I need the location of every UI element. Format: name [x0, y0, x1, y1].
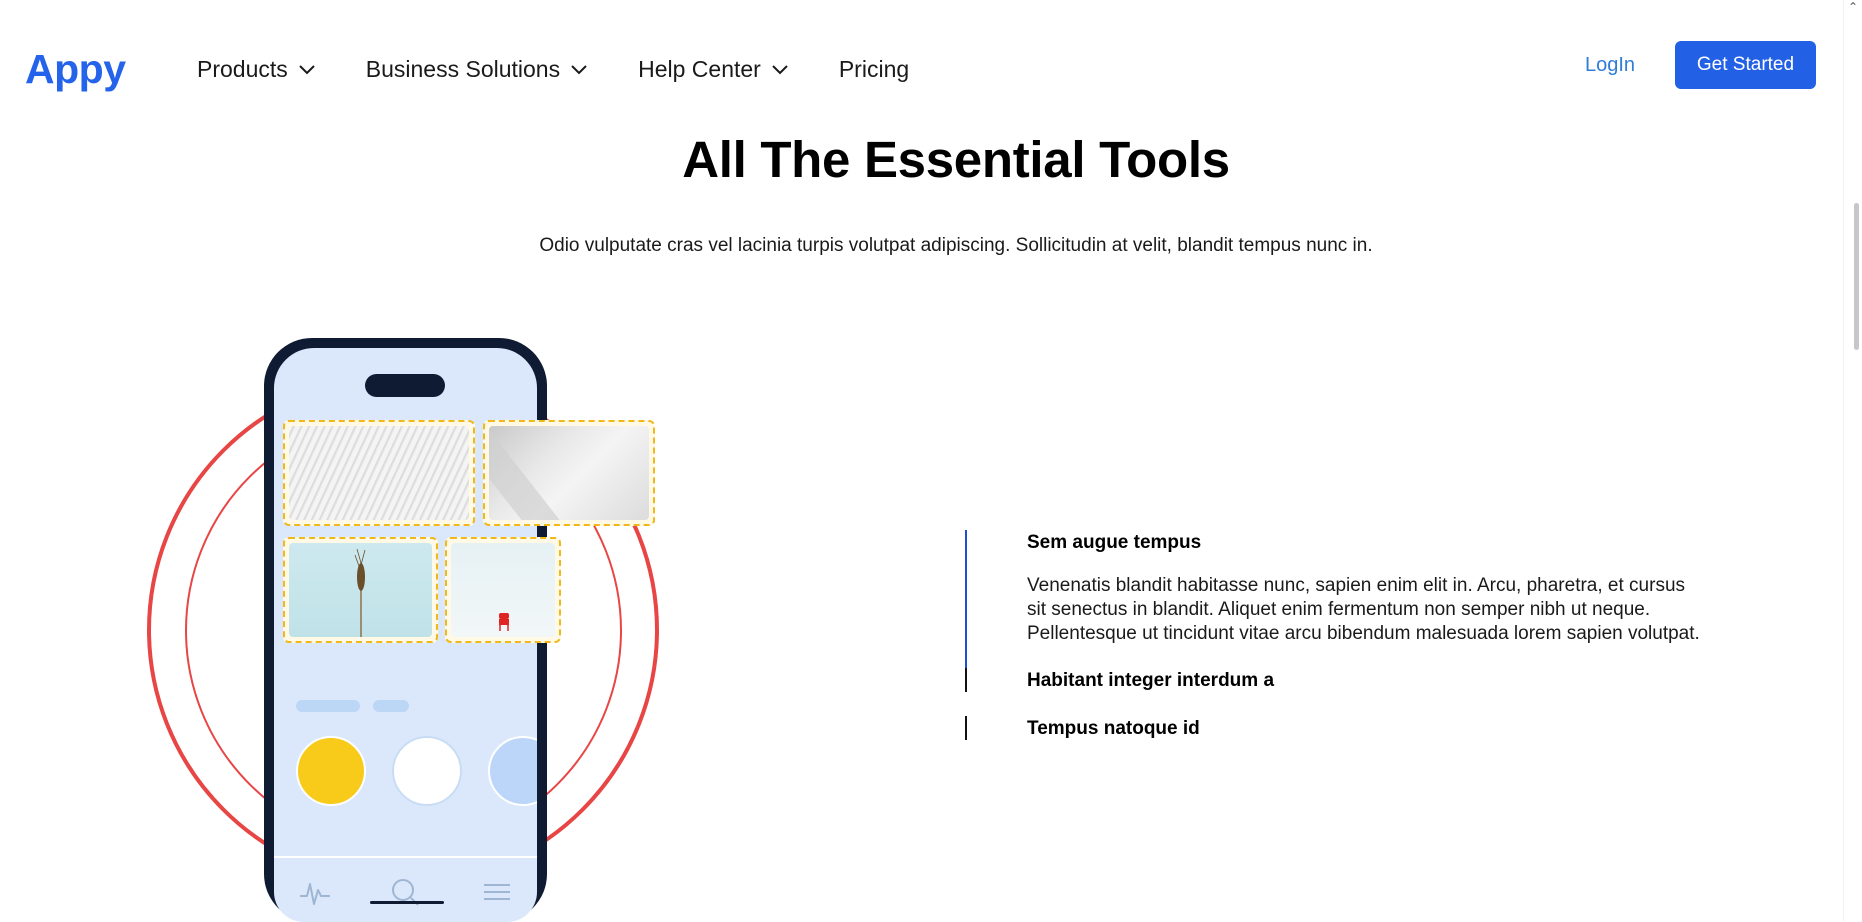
section-subtitle: Odio vulputate cras vel lacinia turpis v… [539, 235, 1373, 256]
blue-circle [488, 736, 537, 806]
phone-notch [365, 374, 445, 397]
phone-tab-bar [274, 856, 537, 922]
feature-title: Tempus natoque id [1027, 718, 1200, 739]
beam-image [489, 426, 649, 520]
gallery-card [445, 537, 561, 643]
feature-title: Habitant integer interdum a [1027, 670, 1275, 691]
nav-pricing-label: Pricing [838, 56, 910, 82]
gallery-card [483, 420, 655, 526]
nav-pricing[interactable]: Pricing [839, 56, 909, 83]
activity-icon [298, 878, 332, 913]
scroll-thumb[interactable] [1854, 203, 1859, 350]
feature-list: Sem augue tempus Venenatis blandit habit… [965, 530, 1700, 764]
phone-illustration [140, 330, 700, 922]
wheat-image [289, 543, 432, 637]
nav-products[interactable]: Products [197, 56, 316, 83]
scroll-up-arrow-icon[interactable]: ⌃ [1848, 0, 1858, 14]
placeholder-pill [296, 700, 360, 712]
gallery-card [283, 537, 438, 643]
chevron-down-icon [298, 64, 316, 76]
gallery-card [283, 420, 475, 526]
feature-item[interactable]: Sem augue tempus Venenatis blandit habit… [965, 530, 1700, 670]
feature-description: Venenatis blandit habitasse nunc, sapien… [1027, 575, 1700, 644]
search-icon [390, 878, 422, 913]
chevron-down-icon [570, 64, 588, 76]
get-started-button[interactable]: Get Started [1675, 41, 1816, 89]
chevron-down-icon [771, 64, 789, 76]
login-link[interactable]: LogIn [1585, 54, 1635, 77]
section-title: All The Essential Tools [682, 131, 1230, 188]
architecture-image [289, 426, 469, 520]
placeholder-pill [373, 700, 409, 712]
logo[interactable]: Appy [25, 46, 126, 93]
nav-business-solutions[interactable]: Business Solutions [366, 56, 588, 83]
snow-chair-image [451, 543, 555, 637]
feature-indicator-bar [965, 716, 967, 740]
page-scrollbar[interactable]: ⌃ [1843, 0, 1862, 922]
home-indicator [370, 901, 444, 904]
nav-help-center[interactable]: Help Center [638, 56, 789, 83]
main-nav: Products Business Solutions Help Center … [197, 56, 959, 83]
yellow-circle [296, 736, 366, 806]
feature-item[interactable]: Habitant integer interdum a [965, 668, 1665, 694]
feature-title: Sem augue tempus [1027, 532, 1202, 553]
nav-business-solutions-label: Business Solutions [365, 56, 561, 82]
nav-products-label: Products [197, 56, 288, 82]
menu-icon [481, 878, 513, 911]
nav-help-center-label: Help Center [638, 56, 761, 82]
site-header: Appy Products Business Solutions Help Ce… [0, 0, 1844, 130]
feature-indicator-bar [965, 668, 967, 692]
feature-indicator-bar [965, 530, 967, 670]
white-circle [392, 736, 462, 806]
feature-item[interactable]: Tempus natoque id [965, 716, 1665, 742]
